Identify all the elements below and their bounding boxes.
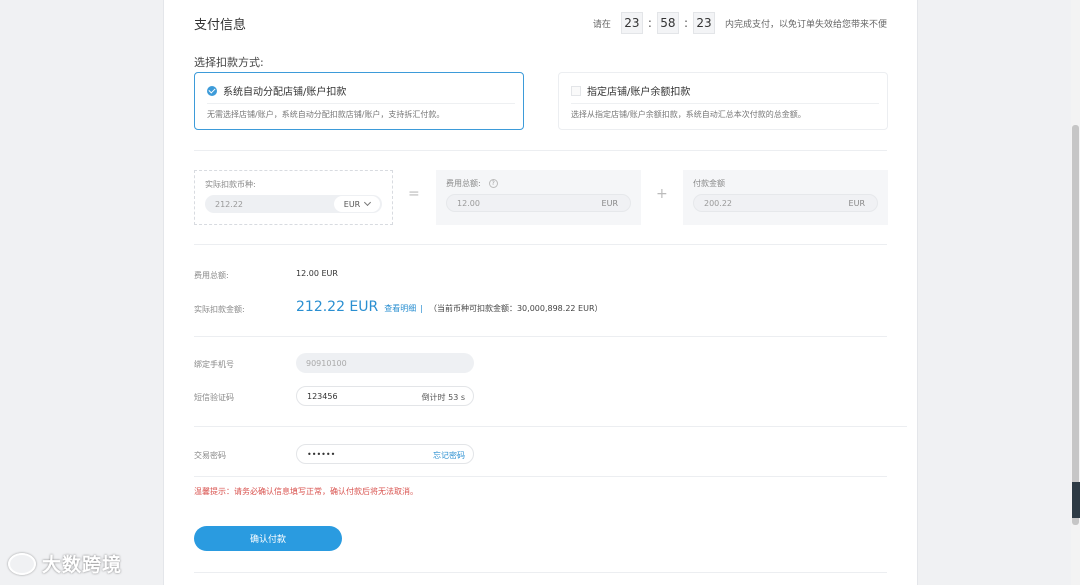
payment-card: 支付信息 请在 23 : 58 : 23 内完成支付，以免订单失效给您带来不便 … [163,0,918,585]
fee-total-row-label: 费用总额: [194,271,229,280]
fee-total-box: 费用总额: ? 12.00 EUR [436,170,641,225]
sms-code-label: 短信验证码 [194,393,234,402]
actual-deduction-value: 212.22 EUR [296,299,379,315]
fee-currency: EUR [601,199,618,208]
countdown-prefix: 请在 [592,19,611,30]
countdown-colon: : [647,16,652,30]
actual-deduction-box: 实际扣款币种: 212.22 EUR [194,170,393,225]
balance-note: （当前币种可扣款金额：30,000,898.22 EUR） [428,304,603,313]
payment-countdown: 请在 23 : 58 : 23 内完成支付，以免订单失效给您带来不便 [593,12,887,34]
watermark-text: 大数跨境 [42,554,123,576]
currency-select[interactable]: EUR [334,196,380,212]
divider [571,103,879,104]
forgot-password-link[interactable]: 忘记密码 [433,450,465,461]
payment-amount-value: 200.22 [704,198,732,208]
password-label: 交易密码 [194,451,226,460]
sms-code-input[interactable]: 123456 倒计时 53 s [296,386,474,406]
side-tab[interactable] [1072,482,1080,518]
sms-countdown: 倒计时 53 s [421,393,465,402]
equals-sign: = [408,186,420,202]
warning-tip: 温馨提示：请务必确认信息填写正常，确认付款后将无法取消。 [194,487,418,496]
option-description: 无需选择店铺/账户，系统自动分配扣款店铺/账户，支持拆汇付款。 [207,110,445,119]
divider [194,336,887,337]
password-value: •••••• [307,449,336,459]
actual-deduction-amount: 212.22 EUR 查看明细 | （当前币种可扣款金额：30,000,898.… [296,299,603,315]
countdown-colon: : [683,16,688,30]
option-description: 选择从指定店铺/账户余额扣款，系统自动汇总本次付款的总金额。 [571,110,806,119]
option-title: 指定店铺/账户余额扣款 [587,87,691,98]
scrollbar-thumb[interactable] [1072,125,1079,525]
chevron-down-icon [364,198,372,207]
actual-amount-value: 212.22 [215,199,243,209]
separator: | [420,304,423,313]
divider [207,103,515,104]
divider [194,244,887,245]
phone-field: 90910100 [296,353,474,373]
phone-value: 90910100 [306,358,347,368]
countdown-hours: 23 [620,12,643,34]
watermark: 大数跨境 [8,550,122,577]
checkmark-circle-icon [207,85,217,96]
option-title: 系统自动分配店铺/账户扣款 [223,87,347,98]
page-title: 支付信息 [194,18,247,33]
option-auto-allocate[interactable]: 系统自动分配店铺/账户扣款 无需选择店铺/账户，系统自动分配扣款店铺/账户，支持… [194,72,524,130]
fee-total-value: 12.00 [457,198,480,208]
actual-amount-field: 212.22 EUR [205,195,382,213]
confirm-payment-button[interactable]: 确认付款 [194,526,342,551]
countdown-minutes: 58 [656,12,679,34]
divider [194,150,887,151]
sms-code-value: 123456 [307,391,338,401]
view-details-link[interactable]: 查看明细 [384,303,416,314]
actual-deduction-row-label: 实际扣款金额: [194,305,245,314]
divider [194,572,887,573]
divider [194,476,887,477]
countdown-suffix: 内完成支付，以免订单失效给您带来不便 [724,19,887,30]
password-input[interactable]: •••••• 忘记密码 [296,444,474,464]
currency-select-value: EUR [343,199,361,209]
payment-amount-box: 付款金额 200.22 EUR [683,170,888,225]
unchecked-box-icon [571,85,581,96]
fee-total-label: 费用总额: [446,179,481,188]
payment-amount-field: 200.22 EUR [693,194,878,212]
fee-total-row-value: 12.00 EUR [296,269,338,278]
countdown-seconds: 23 [692,12,715,34]
payment-amount-label: 付款金额 [693,179,725,188]
phone-label: 绑定手机号 [194,360,234,369]
divider [194,426,907,427]
logo-icon [8,552,36,575]
actual-currency-label: 实际扣款币种: [205,180,256,189]
deduction-method-label: 选择扣款方式: [194,56,264,69]
plus-sign: + [656,186,668,202]
payment-currency: EUR [848,199,865,208]
fee-total-field: 12.00 EUR [446,194,631,212]
option-specified-balance[interactable]: 指定店铺/账户余额扣款 选择从指定店铺/账户余额扣款，系统自动汇总本次付款的总金… [558,72,888,130]
help-icon[interactable]: ? [488,179,498,188]
